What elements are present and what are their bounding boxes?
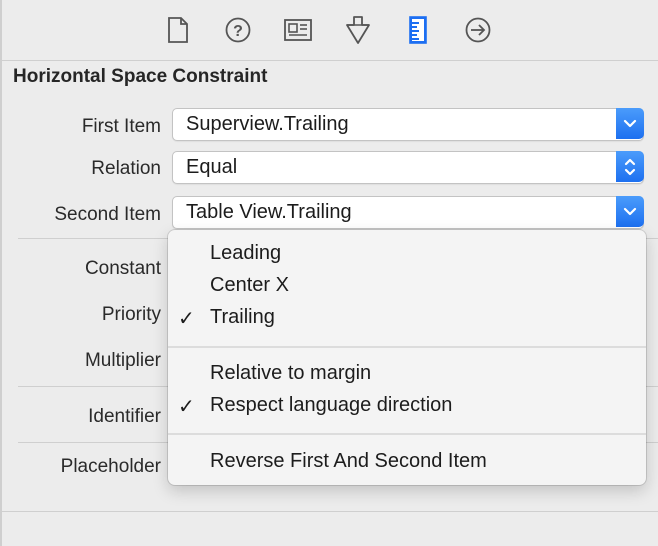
menu-item-relative-to-margin[interactable]: Relative to margin	[210, 362, 371, 385]
relation-popup[interactable]: Equal	[172, 151, 644, 184]
connections-inspector-icon[interactable]	[462, 14, 494, 46]
identifier-label: Identifier	[88, 406, 161, 427]
constant-label: Constant	[84, 258, 161, 279]
quick-help-icon[interactable]: ?	[222, 14, 254, 46]
first-item-popup[interactable]: Superview.Trailing	[172, 108, 644, 141]
first-item-label: First Item	[81, 116, 161, 137]
attributes-inspector-icon[interactable]	[342, 14, 374, 46]
second-item-popup[interactable]: Table View.Trailing	[172, 196, 644, 229]
menu-item-respect-language-direction[interactable]: Respect language direction	[210, 394, 452, 417]
section-title: Horizontal Space Constraint	[13, 66, 268, 87]
relation-label: Relation	[91, 158, 161, 179]
menu-item-leading[interactable]: Leading	[210, 242, 281, 265]
priority-label: Priority	[101, 304, 161, 325]
second-item-value: Table View.Trailing	[186, 201, 352, 223]
first-item-value: Superview.Trailing	[186, 113, 349, 135]
menu-item-center-x[interactable]: Center X	[210, 274, 289, 297]
placeholder-label: Placeholder	[60, 456, 161, 477]
menu-item-reverse-first-and-second-item[interactable]: Reverse First And Second Item	[210, 450, 487, 473]
second-item-attribute-menu: Leading Center X ✓ Trailing Relative to …	[168, 230, 646, 485]
checkmark-icon: ✓	[178, 396, 195, 418]
menu-separator	[168, 433, 646, 435]
panel-left-border	[0, 0, 2, 546]
menu-item-trailing[interactable]: Trailing	[210, 306, 275, 329]
multiplier-label: Multiplier	[84, 350, 161, 371]
chevron-down-icon[interactable]	[616, 196, 644, 227]
size-inspector-icon[interactable]	[402, 14, 434, 46]
inspector-toolbar: ?	[2, 0, 658, 61]
chevron-down-icon[interactable]	[616, 108, 644, 139]
menu-separator	[168, 346, 646, 348]
file-inspector-icon[interactable]	[162, 14, 194, 46]
second-item-label: Second Item	[54, 204, 161, 225]
identity-inspector-icon[interactable]	[282, 14, 314, 46]
bottom-divider	[2, 511, 658, 512]
svg-text:?: ?	[233, 23, 243, 40]
checkmark-icon: ✓	[178, 308, 195, 330]
relation-value: Equal	[186, 156, 238, 178]
up-down-chevron-icon[interactable]	[616, 151, 644, 182]
